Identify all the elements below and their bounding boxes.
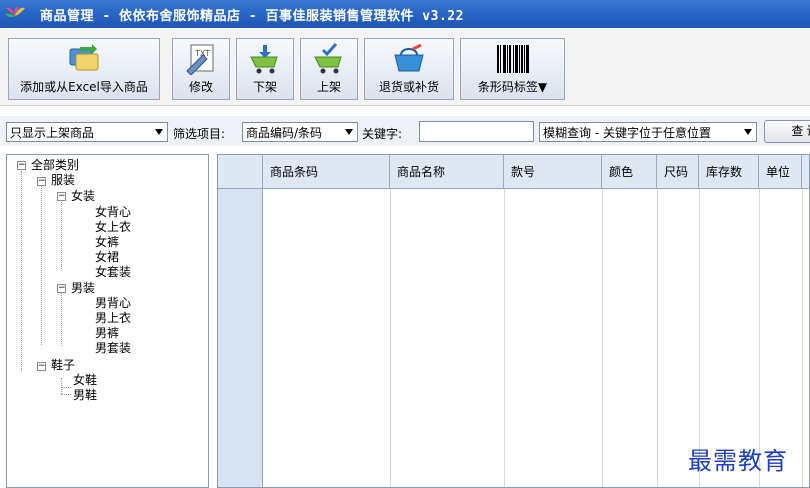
filter-item-value: 商品编码/条码 (246, 125, 323, 140)
shelf-filter-select[interactable]: 只显示上架商品 (6, 122, 168, 142)
keyword-input[interactable] (419, 121, 534, 142)
tree-node-women-item[interactable]: 女套装 (95, 265, 131, 279)
tree-connector (61, 387, 71, 388)
import-products-button[interactable]: 添加或从Excel导入商品 (8, 38, 160, 100)
filter-item-select[interactable]: 商品编码/条码 (242, 122, 358, 142)
tree-node-women-item[interactable]: 女裙 (95, 250, 119, 264)
title-bar: 商品管理 - 依依布舍服饰精品店 - 百事佳服装销售管理软件 v3.22 (0, 0, 810, 28)
unlist-label: 下架 (252, 80, 277, 94)
tree-node-shoes-item[interactable]: 女鞋 (73, 373, 97, 387)
tree-node-women[interactable]: 女装 (71, 189, 95, 203)
unlist-button[interactable]: 下架 (236, 38, 294, 100)
return-restock-button[interactable]: 退货或补货 (364, 38, 454, 100)
query-button[interactable]: 查 询 (764, 120, 810, 143)
import-products-label: 添加或从Excel导入商品 (20, 80, 148, 94)
barcode-label-button[interactable]: 条形码标签▼ (460, 38, 565, 100)
barcode-icon (483, 43, 543, 75)
row-header-column (218, 189, 263, 487)
barcode-label: 条形码标签▼ (477, 80, 548, 94)
grid-divider (802, 189, 803, 487)
filter-item-label: 筛选项目: (173, 127, 226, 141)
product-grid: 商品条码 商品名称 款号 颜色 尺码 库存数 单位 进 (217, 154, 810, 488)
cart-down-icon (247, 43, 283, 75)
column-header-style-no[interactable]: 款号 (504, 155, 602, 189)
tree-node-men-item[interactable]: 男上衣 (95, 311, 131, 325)
grid-divider (390, 189, 391, 487)
tree-node-women-item[interactable]: 女背心 (95, 205, 131, 219)
category-tree: − 全部类别 − 服装 − 女装 女背心 女上衣 女裤 女裙 女套装 − 男装 … (6, 154, 209, 488)
grid-divider (504, 189, 505, 487)
tree-connector (21, 171, 22, 371)
grid-divider (602, 189, 603, 487)
tree-node-clothing[interactable]: 服装 (51, 173, 75, 187)
list-button[interactable]: 上架 (300, 38, 358, 100)
grid-divider (657, 189, 658, 487)
collapse-icon[interactable]: − (37, 362, 46, 371)
grid-header: 商品条码 商品名称 款号 颜色 尺码 库存数 单位 进 (218, 155, 809, 189)
chevron-down-icon (345, 129, 353, 135)
column-header-name[interactable]: 商品名称 (390, 155, 504, 189)
collapse-icon[interactable]: − (57, 192, 66, 201)
tree-node-men-item[interactable]: 男裤 (95, 326, 119, 340)
chevron-down-icon (744, 129, 752, 135)
tree-node-shoes-item[interactable]: 男鞋 (73, 388, 97, 402)
import-excel-icon (66, 43, 102, 75)
tree-node-women-item[interactable]: 女上衣 (95, 220, 131, 234)
tree-node-shoes[interactable]: 鞋子 (51, 358, 75, 372)
collapse-icon[interactable]: − (57, 284, 66, 293)
column-header-size[interactable]: 尺码 (657, 155, 699, 189)
tree-node-men[interactable]: 男装 (71, 281, 95, 295)
grid-corner (218, 155, 263, 189)
tree-connector (61, 378, 62, 394)
watermark: 最需教育 (688, 447, 788, 475)
list-label: 上架 (316, 80, 341, 94)
match-mode-select[interactable]: 模糊查询 - 关键字位于任意位置 (539, 122, 757, 142)
tree-node-men-item[interactable]: 男背心 (95, 296, 131, 310)
edit-label: 修改 (188, 80, 213, 94)
tree-connector (61, 394, 71, 395)
tree-node-women-item[interactable]: 女裤 (95, 235, 119, 249)
window-title: 商品管理 - 依依布舍服饰精品店 - 百事佳服装销售管理软件 v3.22 (40, 8, 464, 24)
tree-node-men-item[interactable]: 男套装 (95, 341, 131, 355)
collapse-icon[interactable]: − (37, 177, 46, 186)
collapse-icon[interactable]: − (17, 161, 26, 170)
filter-bar: 只显示上架商品 筛选项目: 商品编码/条码 关键字: 模糊查询 - 关键字位于任… (0, 116, 810, 146)
tree-connector (41, 183, 42, 345)
column-header-color[interactable]: 颜色 (602, 155, 657, 189)
app-logo-icon (0, 0, 30, 28)
chevron-down-icon (155, 129, 163, 135)
column-header-stock[interactable]: 库存数 (699, 155, 759, 189)
edit-button[interactable]: TXT 修改 (172, 38, 230, 100)
tree-node-root[interactable]: 全部类别 (31, 158, 79, 172)
column-header-barcode[interactable]: 商品条码 (263, 155, 390, 189)
tree-connector (61, 292, 62, 346)
return-restock-label: 退货或补货 (378, 80, 439, 94)
keyword-label: 关键字: (362, 127, 403, 141)
edit-document-icon: TXT (183, 43, 219, 76)
shelf-filter-value: 只显示上架商品 (10, 125, 95, 140)
toolbar: 添加或从Excel导入商品 TXT 修改 下架 上架 退货或补货 条形码标签▼ (0, 28, 810, 106)
column-header-purchase[interactable]: 进 (802, 155, 809, 189)
basket-icon (391, 43, 427, 75)
match-mode-value: 模糊查询 - 关键字位于任意位置 (543, 125, 711, 140)
cart-check-icon (311, 42, 347, 75)
tree-connector (61, 199, 62, 269)
column-header-unit[interactable]: 单位 (759, 155, 802, 189)
